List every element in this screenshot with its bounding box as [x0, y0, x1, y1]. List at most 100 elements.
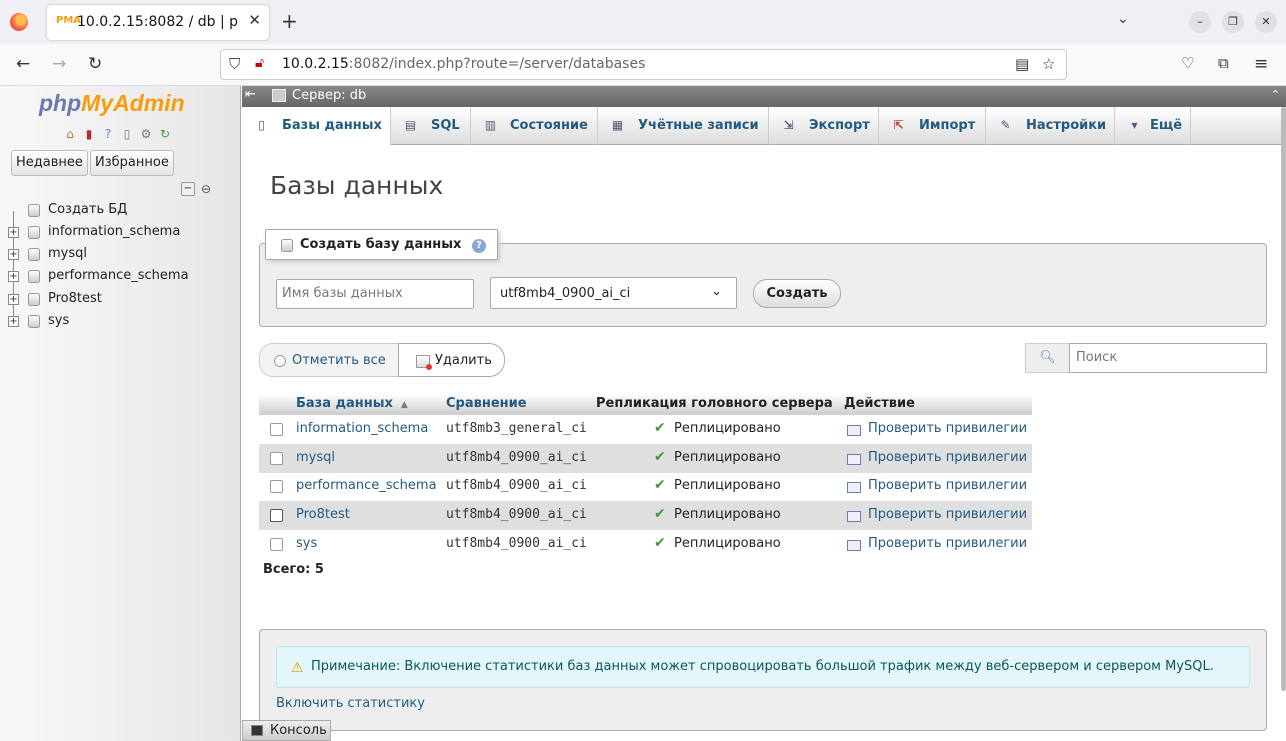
- url-bar[interactable]: ⛉ 🔓︎ 10.0.2.15:8082/index.php?route=/ser…: [220, 49, 1067, 80]
- row-checkbox[interactable]: [270, 480, 283, 493]
- check-privileges-link[interactable]: Проверить привилегии: [868, 478, 1027, 493]
- link-with-main-icon[interactable]: ⊖: [201, 182, 211, 196]
- collapse-all-icon[interactable]: −: [181, 182, 195, 196]
- check-privileges-link[interactable]: Проверить привилегии: [868, 507, 1027, 522]
- phpmyadmin-logo[interactable]: phpMyAdmin: [39, 90, 185, 117]
- new-database-icon: [28, 204, 40, 217]
- tree-item-label[interactable]: information_schema: [48, 224, 180, 239]
- select-all-label[interactable]: Отметить все: [292, 353, 386, 368]
- row-checkbox[interactable]: [270, 509, 283, 522]
- search-icon: 🔍︎: [1025, 343, 1070, 373]
- maximize-icon[interactable]: ⌃: [1271, 88, 1280, 101]
- console-toggle[interactable]: Консоль: [242, 720, 331, 741]
- privileges-icon[interactable]: [847, 540, 861, 551]
- shield-icon[interactable]: ⛉: [229, 55, 240, 73]
- logout-icon[interactable]: ▮: [81, 126, 97, 142]
- check-icon: ✔: [654, 535, 666, 551]
- tab-settings[interactable]: ✎ Настройки: [986, 107, 1115, 145]
- expand-plus-icon[interactable]: +: [8, 271, 19, 282]
- tab-user-accounts[interactable]: ▦ Учётные записи: [598, 107, 769, 145]
- select-all-checkbox[interactable]: [274, 355, 286, 367]
- check-privileges-link[interactable]: Проверить привилегии: [868, 421, 1027, 436]
- table-header-collation[interactable]: Сравнение: [442, 394, 592, 415]
- new-tab-icon[interactable]: +: [281, 9, 298, 33]
- select-all-toggle[interactable]: Отметить все: [259, 343, 399, 377]
- expand-plus-icon[interactable]: +: [8, 316, 19, 327]
- page-scrollbar[interactable]: [1281, 107, 1286, 691]
- check-icon: ✔: [654, 420, 666, 436]
- database-icon: ▯: [258, 118, 265, 132]
- tab-import[interactable]: ⇱ Импорт: [879, 107, 986, 145]
- privileges-icon[interactable]: [847, 425, 861, 436]
- firefox-icon[interactable]: [10, 13, 28, 31]
- tab-more[interactable]: ▾ Ещё: [1115, 107, 1191, 145]
- database-link[interactable]: Pro8test: [296, 507, 350, 522]
- row-checkbox[interactable]: [270, 452, 283, 465]
- settings-gear-icon[interactable]: ⚙: [138, 126, 154, 142]
- tab-status[interactable]: ▥ Состояние: [471, 107, 598, 145]
- reload-nav-icon[interactable]: ↻: [157, 126, 173, 142]
- browser-nav-bar: ← → ↻ ⛉ 🔓︎ 10.0.2.15:8082/index.php?rout…: [0, 44, 1286, 86]
- privileges-icon[interactable]: [847, 482, 861, 493]
- insecure-lock-icon[interactable]: 🔓︎: [255, 55, 264, 71]
- privileges-icon[interactable]: [847, 511, 861, 522]
- collapse-sidebar-arrow-icon[interactable]: ⇤: [245, 87, 256, 102]
- database-link[interactable]: sys: [296, 536, 317, 551]
- minimize-icon[interactable]: –: [1189, 11, 1211, 33]
- tree-item-label[interactable]: mysql: [48, 246, 87, 261]
- extensions-icon[interactable]: ⧉: [1218, 54, 1229, 72]
- tab-export[interactable]: ⇲ Экспорт: [769, 107, 879, 145]
- tree-item-label[interactable]: Pro8test: [48, 291, 102, 306]
- privileges-icon[interactable]: [847, 454, 861, 465]
- database-link[interactable]: information_schema: [296, 421, 428, 436]
- close-window-icon[interactable]: ✕: [1255, 11, 1277, 33]
- database-name-input[interactable]: Имя базы данных: [276, 279, 474, 309]
- create-button[interactable]: Создать: [753, 279, 841, 308]
- collation-cell: utf8mb4_0900_ai_ci: [446, 450, 587, 465]
- console-icon: [251, 725, 263, 736]
- delete-button[interactable]: Удалить: [398, 343, 505, 377]
- check-privileges-link[interactable]: Проверить привилегии: [868, 450, 1027, 465]
- back-icon[interactable]: ←: [16, 54, 30, 74]
- docs-icon[interactable]: ▯: [119, 126, 135, 142]
- home-icon[interactable]: ⌂: [62, 126, 78, 142]
- header-label[interactable]: База данных: [296, 396, 393, 411]
- enable-statistics-link[interactable]: Включить статистику: [276, 696, 425, 711]
- expand-plus-icon[interactable]: +: [8, 249, 19, 260]
- check-privileges-link[interactable]: Проверить привилегии: [868, 536, 1027, 551]
- favorites-button[interactable]: Избранное: [90, 150, 174, 176]
- table-row: sys utf8mb4_0900_ai_ci ✔ Реплицировано П…: [259, 530, 1032, 559]
- help-icon[interactable]: ?: [472, 239, 486, 253]
- browser-tab-bar: PMA 10.0.2.15:8082 / db | php ✕ + ⌄ – ❐ …: [0, 0, 1286, 44]
- header-label[interactable]: Сравнение: [446, 396, 527, 411]
- row-checkbox[interactable]: [270, 423, 283, 436]
- list-tabs-chevron-icon[interactable]: ⌄: [1117, 11, 1129, 27]
- database-link[interactable]: performance_schema: [296, 478, 437, 493]
- bookmark-star-icon[interactable]: ☆: [1042, 55, 1055, 73]
- menu-icon[interactable]: ≡: [1254, 54, 1268, 74]
- server-label[interactable]: Сервер: db: [292, 88, 366, 103]
- table-header-database[interactable]: База данных ▲: [292, 394, 442, 415]
- database-link[interactable]: mysql: [296, 450, 335, 465]
- pocket-icon[interactable]: ♡: [1181, 54, 1194, 72]
- close-tab-icon[interactable]: ✕: [248, 11, 261, 29]
- tab-sql[interactable]: ▤ SQL: [391, 107, 471, 145]
- tree-item-label[interactable]: sys: [48, 313, 69, 328]
- search-input[interactable]: Поиск: [1069, 343, 1267, 373]
- recent-button[interactable]: Недавнее: [11, 150, 88, 176]
- expand-plus-icon[interactable]: +: [8, 227, 19, 238]
- reload-icon[interactable]: ↻: [88, 54, 102, 74]
- forward-icon[interactable]: →: [52, 54, 66, 74]
- expand-plus-icon[interactable]: +: [8, 294, 19, 305]
- row-checkbox[interactable]: [270, 538, 283, 551]
- help-icon[interactable]: ?: [100, 126, 116, 142]
- tree-item-label[interactable]: performance_schema: [48, 268, 189, 283]
- tab-databases[interactable]: ▯ Базы данных: [242, 107, 391, 146]
- tree-item-label[interactable]: Создать БД: [48, 202, 127, 217]
- collation-select[interactable]: utf8mb4_0900_ai_ci ⌄: [490, 277, 737, 309]
- restore-icon[interactable]: ❐: [1222, 11, 1244, 33]
- browser-tab[interactable]: PMA 10.0.2.15:8082 / db | php ✕: [47, 5, 269, 40]
- tab-label: Настройки: [1026, 118, 1107, 133]
- collation-value: utf8mb4_0900_ai_ci: [500, 286, 631, 301]
- reader-view-icon[interactable]: ▤: [1015, 55, 1029, 73]
